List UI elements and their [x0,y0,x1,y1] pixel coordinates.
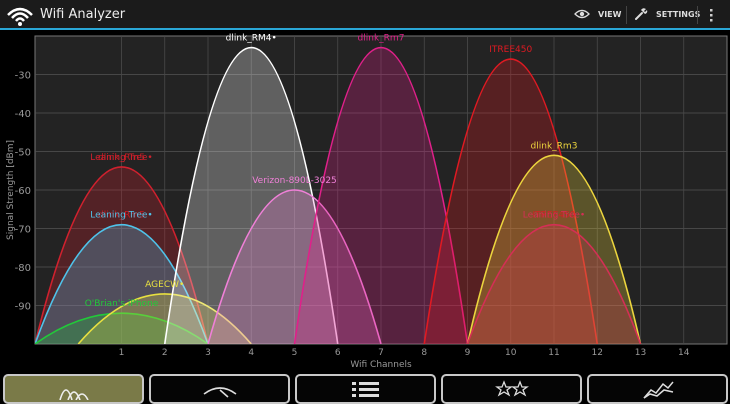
wifi-app-icon [7,7,33,26]
series-label: ITREE450 [489,45,532,55]
x-tick-label: 13 [635,348,646,358]
list-icon [351,382,379,397]
x-tick-label: 5 [292,348,298,358]
x-axis-label: Wifi Channels [350,360,412,370]
x-tick-label: 14 [678,348,690,358]
y-tick-label: -40 [15,109,31,120]
view-label: VIEW [598,9,622,19]
channel-graph-chart: -30-40-50-60-70-80-901 2 3 4 5 6 7 8 9 10 11 12 13 14… [6,34,728,370]
x-tick-label: 3 [205,348,211,358]
series-label: O'Brian's iPhone [85,299,159,309]
tab-ap-list[interactable] [295,374,436,404]
y-tick-label: -50 [15,148,31,159]
settings-button[interactable]: SETTINGS [634,0,700,28]
app-title: Wifi Analyzer [40,7,126,22]
eye-icon [574,9,590,19]
view-button[interactable]: VIEW [574,0,621,28]
time-graph-icon [642,381,674,399]
x-tick-label: 2 [162,348,168,358]
series-label: AGECW• [145,280,184,290]
series-label: Leaning Tree• [523,211,585,221]
divider [626,6,627,24]
stars-icon [494,380,529,397]
channel-graph-icon [58,389,89,400]
y-tick-label: -80 [15,263,31,274]
x-tick-label: 4 [248,348,254,358]
y-axis-label: Signal Strength [dBm] [6,140,16,240]
y-tick-label: -90 [15,302,31,313]
tab-channel-rating[interactable] [441,374,582,404]
x-tick-label: 9 [465,348,471,358]
y-tick-label: -30 [15,71,31,82]
tab-signal-meter[interactable] [149,374,290,404]
y-tick-label: -70 [15,225,31,236]
settings-label: SETTINGS [656,9,701,19]
tab-channel-graph[interactable] [3,374,144,404]
bottom-tab-bar [0,372,730,404]
signal-meter-icon [203,387,236,398]
x-tick-label: 7 [378,348,384,358]
wrench-icon [635,8,648,20]
series-label: dlink_Rm7 [358,34,405,44]
series-label: Verizon-890L-3025 [252,176,337,186]
x-tick-label: 8 [421,348,427,358]
overflow-menu-icon[interactable] [705,4,717,26]
x-tick-label: 12 [592,348,603,358]
series-label: dlink_Rm3 [531,141,578,151]
x-tick-label: 1 [119,348,125,358]
series-label: dlink_RM4• [226,34,277,44]
tab-time-graph[interactable] [587,374,728,404]
x-tick-label: 10 [505,348,517,358]
y-tick-label: -60 [15,186,31,197]
series-label: Leaning Tree• [90,153,152,163]
series-label: Leaning Tree• [90,211,152,221]
action-bar: Wifi Analyzer VIEW SETTINGS [0,0,730,30]
x-tick-label: 6 [335,348,341,358]
x-tick-label: 11 [548,348,559,358]
divider [697,6,698,24]
